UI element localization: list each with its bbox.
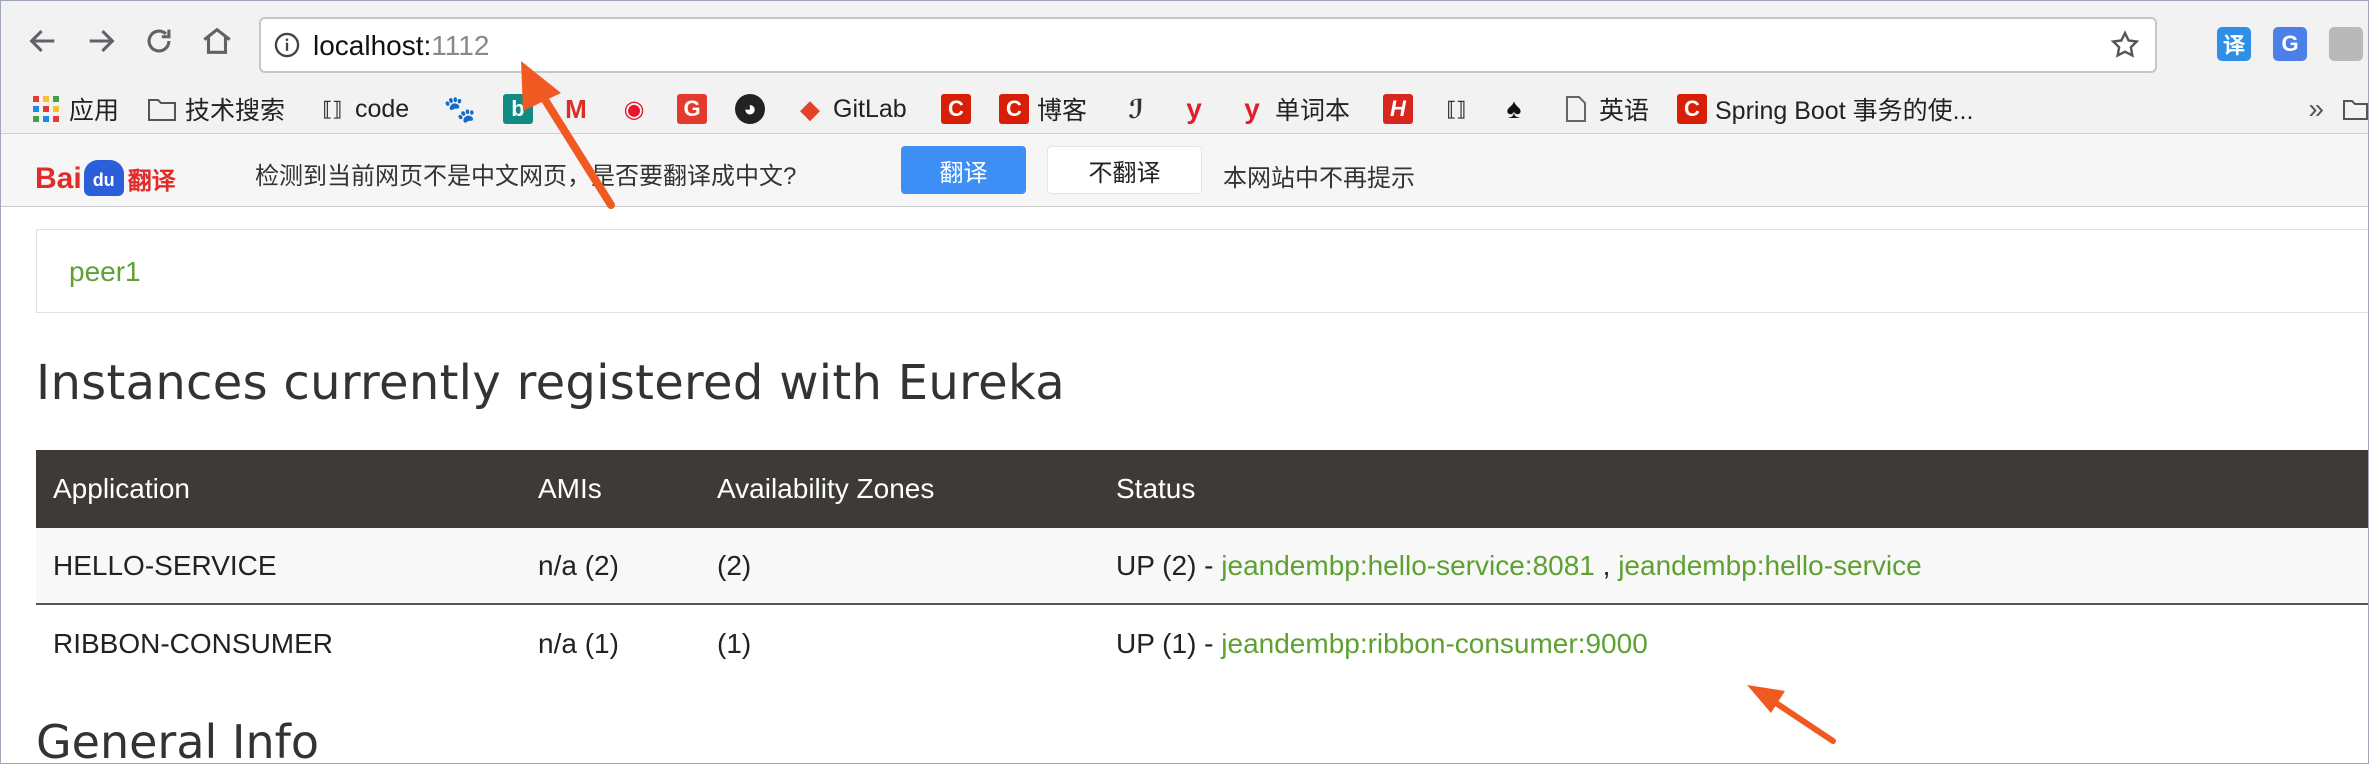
browser-window: localhost:1112 译 G 应用 技术搜索 ⟦⟧ code 🐾 b M… bbox=[0, 0, 2369, 764]
annotation-arrow bbox=[1747, 685, 1836, 744]
annotation-arrows bbox=[521, 61, 1836, 744]
annotation-arrow bbox=[521, 61, 615, 209]
